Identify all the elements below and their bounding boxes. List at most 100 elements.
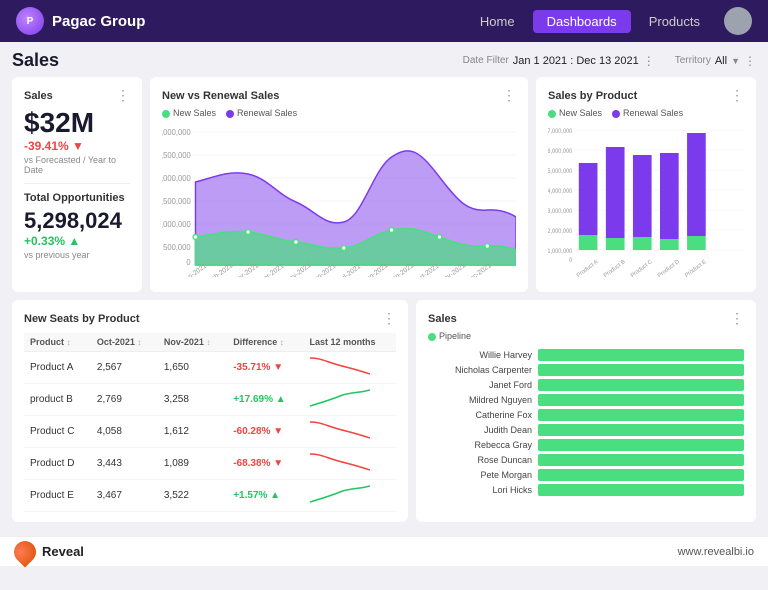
cell-oct: 3,467	[91, 480, 158, 512]
cell-nov: 3,258	[158, 384, 227, 416]
nvr-more[interactable]: ⋮	[502, 87, 516, 104]
svg-text:2,000,000: 2,000,000	[162, 174, 191, 183]
person-bar	[538, 394, 744, 406]
cell-spark	[304, 448, 396, 480]
kpi-more[interactable]: ⋮	[116, 87, 130, 104]
col-diff: Difference ↕	[227, 333, 303, 352]
kpi-sales-value: $32M	[24, 108, 130, 139]
kpi-card: Sales ⋮ $32M -39.41% ▼ vs Forecasted / Y…	[12, 77, 142, 292]
navbar: P Pagac Group Home Dashboards Products	[0, 0, 768, 42]
date-filter-more[interactable]: ⋮	[643, 54, 655, 68]
svg-text:Product B: Product B	[603, 259, 627, 277]
person-name: Judith Dean	[428, 425, 538, 435]
kpi-opp-value: 5,298,024	[24, 208, 130, 234]
list-item: Judith Dean	[428, 424, 744, 436]
list-item: Rebecca Gray	[428, 439, 744, 451]
cell-oct: 2,567	[91, 352, 158, 384]
brand-name: Pagac Group	[52, 13, 145, 30]
sp-legend: Pipeline	[428, 331, 744, 341]
cell-oct: 4,058	[91, 416, 158, 448]
brand-logo: P	[16, 7, 44, 35]
person-bar	[538, 469, 744, 481]
person-name: Lori Hicks	[428, 485, 538, 495]
user-avatar[interactable]	[724, 7, 752, 35]
territory-filter-label: Territory	[675, 55, 711, 66]
date-filter[interactable]: Date Filter Jan 1 2021 : Dec 13 2021 ⋮	[463, 54, 655, 68]
cell-diff: +1.57% ▲	[227, 480, 303, 512]
list-item: Pete Morgan	[428, 469, 744, 481]
cards-row: Sales ⋮ $32M -39.41% ▼ vs Forecasted / Y…	[12, 77, 756, 292]
cell-oct: 2,769	[91, 384, 158, 416]
col-product: Product ↕	[24, 333, 91, 352]
svg-text:Product D: Product D	[657, 259, 681, 277]
cell-nov: 1,612	[158, 416, 227, 448]
nvr-title: New vs Renewal Sales	[162, 90, 279, 102]
filter-bar: Date Filter Jan 1 2021 : Dec 13 2021 ⋮ T…	[463, 54, 756, 68]
ns-more[interactable]: ⋮	[382, 310, 396, 327]
new-vs-renewal-card: New vs Renewal Sales ⋮ New Sales Renewal…	[150, 77, 528, 292]
footer-url: www.revealbi.io	[678, 546, 754, 558]
list-item: Lori Hicks	[428, 484, 744, 496]
svg-text:Product E: Product E	[684, 259, 708, 277]
col-last12: Last 12 months	[304, 333, 396, 352]
territory-chevron: ▼	[731, 56, 740, 66]
kpi-sales-sub: vs Forecasted / Year to Date	[24, 155, 130, 175]
sbp-legend: New Sales Renewal Sales	[548, 108, 744, 118]
cell-spark	[304, 384, 396, 416]
sales-by-product-card: Sales by Product ⋮ New Sales Renewal Sal…	[536, 77, 756, 292]
nav-products[interactable]: Products	[635, 10, 714, 33]
cell-nov: 3,522	[158, 480, 227, 512]
person-bar	[538, 364, 744, 376]
cell-product: Product E	[24, 480, 91, 512]
sp-more[interactable]: ⋮	[730, 310, 744, 327]
reveal-logo-icon	[9, 536, 40, 567]
svg-text:6,000,000: 6,000,000	[548, 149, 572, 155]
cell-oct: 3,443	[91, 448, 158, 480]
table-row: Product D 3,443 1,089 -68.38% ▼	[24, 448, 396, 480]
footer-brand: Reveal	[42, 544, 84, 559]
person-name: Janet Ford	[428, 380, 538, 390]
list-item: Catherine Fox	[428, 409, 744, 421]
page-content: Sales Date Filter Jan 1 2021 : Dec 13 20…	[0, 42, 768, 530]
list-item: Nicholas Carpenter	[428, 364, 744, 376]
person-name: Catherine Fox	[428, 410, 538, 420]
person-bar	[538, 454, 744, 466]
nav-home[interactable]: Home	[466, 10, 529, 33]
date-filter-value: Jan 1 2021 : Dec 13 2021	[513, 55, 639, 67]
cell-product: Product A	[24, 352, 91, 384]
cell-diff: -68.38% ▼	[227, 448, 303, 480]
svg-text:1,500,000: 1,500,000	[162, 197, 191, 206]
nvr-legend: New Sales Renewal Sales	[162, 108, 516, 118]
sp-title: Sales	[428, 313, 457, 325]
kpi-opp-title: Total Opportunities	[24, 192, 130, 204]
cell-diff: +17.69% ▲	[227, 384, 303, 416]
kpi-opp-sub: vs previous year	[24, 250, 130, 260]
person-name: Mildred Nguyen	[428, 395, 538, 405]
nav-dashboards[interactable]: Dashboards	[533, 10, 631, 33]
cell-product: Product D	[24, 448, 91, 480]
svg-text:4,000,000: 4,000,000	[548, 189, 572, 195]
svg-text:0: 0	[569, 258, 572, 264]
person-bar	[538, 484, 744, 496]
person-name: Willie Harvey	[428, 350, 538, 360]
territory-filter[interactable]: Territory All ▼ ⋮	[675, 54, 756, 68]
list-item: Janet Ford	[428, 379, 744, 391]
territory-filter-more[interactable]: ⋮	[744, 54, 756, 68]
cell-diff: -35.71% ▼	[227, 352, 303, 384]
svg-text:Product C: Product C	[630, 259, 654, 277]
svg-text:Jan-2021: Jan-2021	[181, 262, 208, 277]
cell-nov: 1,089	[158, 448, 227, 480]
nvr-legend-new: New Sales	[173, 108, 216, 118]
sbp-more[interactable]: ⋮	[730, 87, 744, 104]
svg-text:1,000,000: 1,000,000	[548, 249, 572, 255]
person-bar	[538, 379, 744, 391]
sp-legend-label: Pipeline	[439, 331, 471, 341]
sales-pipeline-card: Sales ⋮ Pipeline Willie Harvey Nicholas …	[416, 300, 756, 522]
date-filter-label: Date Filter	[463, 55, 509, 66]
table-row: Product A 2,567 1,650 -35.71% ▼	[24, 352, 396, 384]
svg-text:0: 0	[186, 258, 191, 267]
table-row: Product E 3,467 3,522 +1.57% ▲	[24, 480, 396, 512]
sbp-legend-renewal: Renewal Sales	[623, 108, 683, 118]
new-seats-card: New Seats by Product ⋮ Product ↕ Oct-202…	[12, 300, 408, 522]
nvr-legend-renewal: Renewal Sales	[237, 108, 297, 118]
